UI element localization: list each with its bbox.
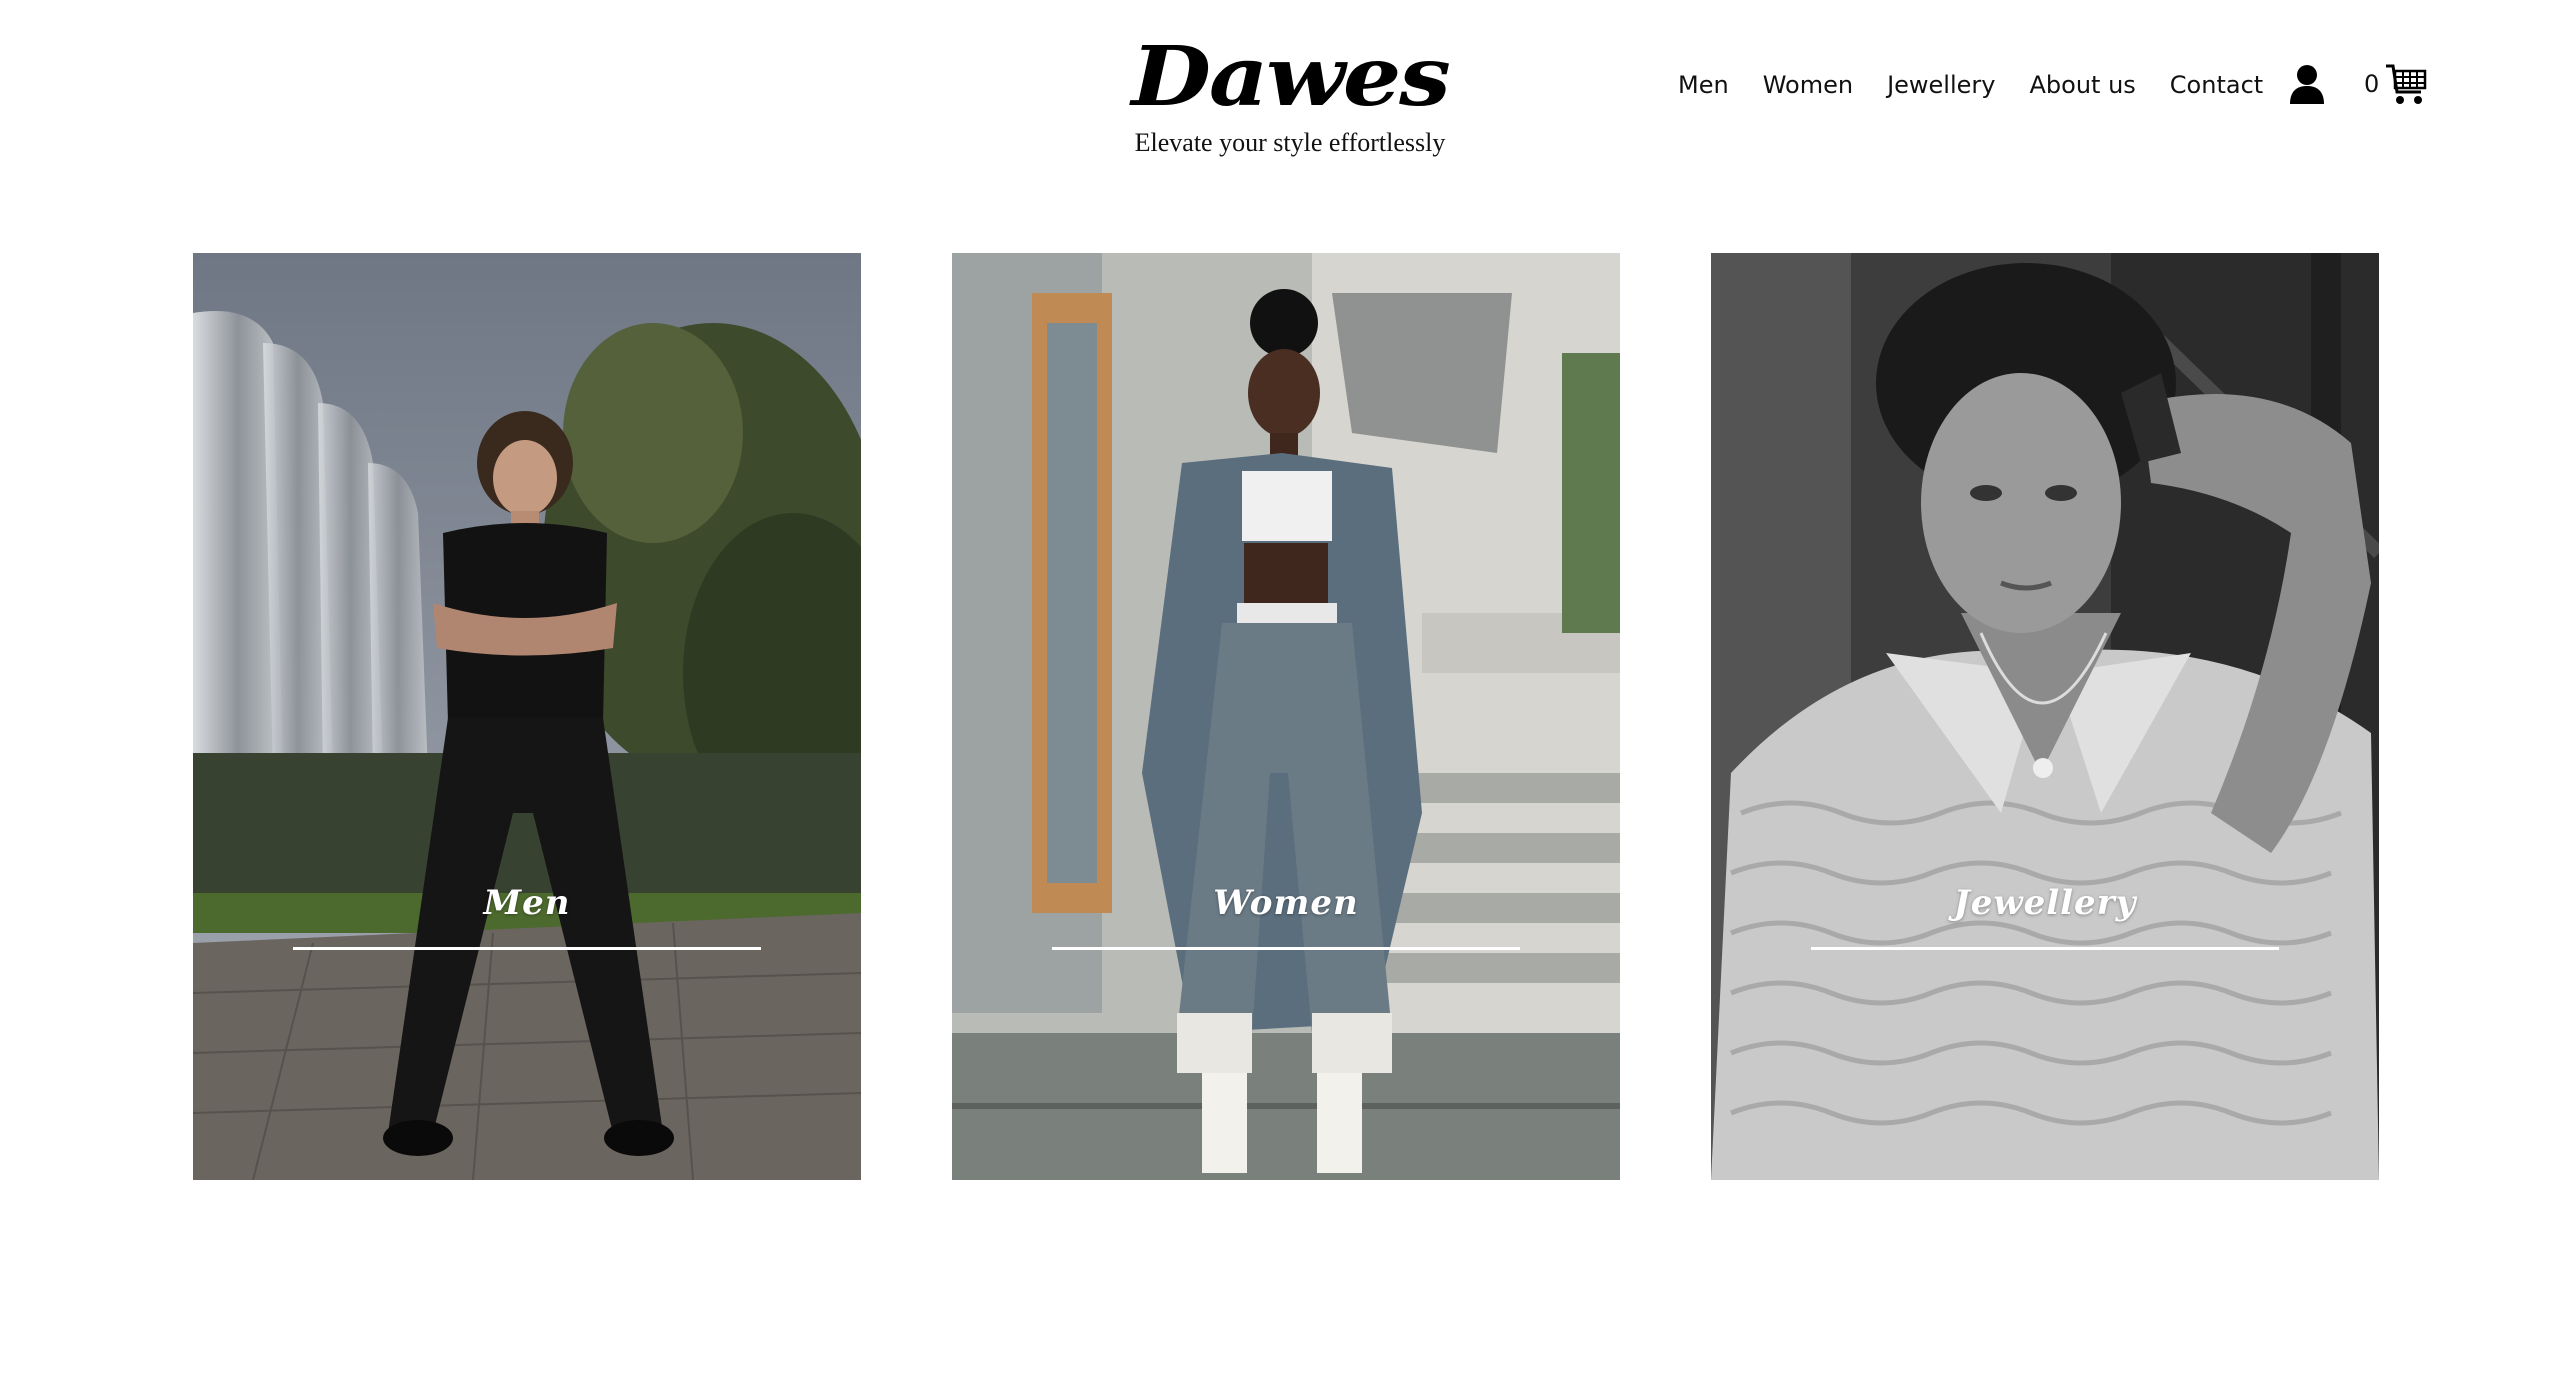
men-photo	[193, 253, 861, 1180]
women-photo	[952, 253, 1620, 1180]
cart-count: 0	[2364, 70, 2380, 98]
category-label-women: Women	[1213, 883, 1359, 923]
nav-link-men[interactable]: Men	[1678, 70, 1729, 100]
category-underline-jewellery	[1811, 947, 2279, 950]
category-card-women[interactable]: Women	[952, 253, 1620, 1180]
brand-logo-link[interactable]: Dawes Elevate your style effortlessly	[1125, 36, 1455, 158]
cart-button[interactable]: 0	[2364, 62, 2427, 106]
category-card-jewellery[interactable]: Jewellery	[1711, 253, 2379, 1180]
brand-logo: Dawes	[1131, 29, 1450, 125]
category-grid: Men Women Jewellery	[193, 253, 2381, 1180]
category-label-jewellery: Jewellery	[1953, 883, 2137, 923]
category-card-men[interactable]: Men	[193, 253, 861, 1180]
nav-link-jewellery[interactable]: Jewellery	[1887, 70, 1995, 100]
user-icon[interactable]	[2288, 64, 2326, 104]
cart-icon	[2386, 64, 2427, 104]
nav-icons: 0	[2288, 62, 2427, 106]
page: Dawes Elevate your style effortlessly Me…	[0, 0, 2559, 1379]
nav-link-women[interactable]: Women	[1763, 70, 1853, 100]
category-underline-women	[1052, 947, 1520, 950]
brand-tagline: Elevate your style effortlessly	[1134, 128, 1446, 157]
category-underline-men	[293, 947, 761, 950]
nav-link-about-us[interactable]: About us	[2029, 70, 2135, 100]
category-label-men: Men	[483, 883, 571, 923]
jewellery-photo	[1711, 253, 2379, 1180]
main-nav: Men Women Jewellery About us Contact	[1678, 70, 2297, 100]
nav-link-contact[interactable]: Contact	[2170, 70, 2263, 100]
